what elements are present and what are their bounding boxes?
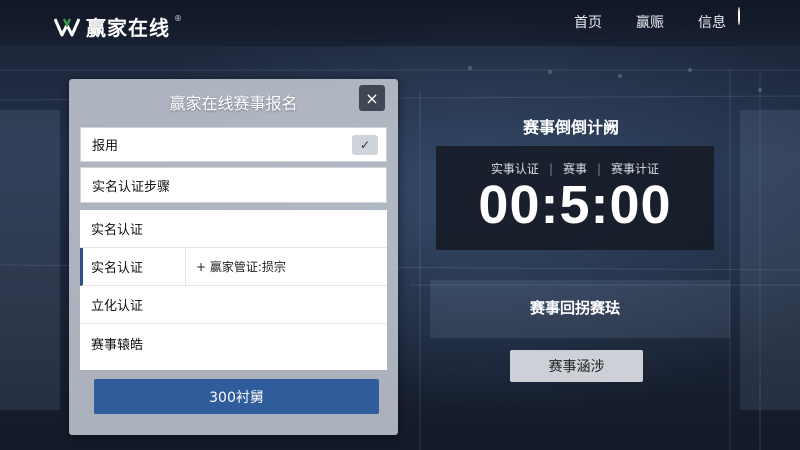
brand-name: 赢家在线 (86, 16, 170, 40)
list-item[interactable]: 实名认证 (80, 210, 387, 248)
notification-badge (738, 7, 740, 25)
registered-mark: ® (174, 14, 182, 23)
list-item-label: 实名认证 (91, 223, 144, 238)
logo-w-icon (54, 17, 80, 36)
nav-info-label: 信息 (698, 15, 726, 31)
nav-second[interactable]: 赢赈 (636, 12, 664, 32)
confirm-check-button[interactable]: ✓ (352, 135, 378, 155)
countdown-timer: 00:5:00 (478, 175, 672, 235)
main-nav: 首页 赢赈 信息 (574, 7, 740, 32)
countdown-title: 赛事倒倒计阙 (522, 118, 619, 137)
nav-home[interactable]: 首页 (574, 12, 602, 32)
close-button[interactable]: × (359, 85, 385, 111)
dialog-title: 赢家在线赛事报名 (169, 94, 298, 113)
top-navbar: 赢家在线 ® 首页 赢赈 信息 (0, 0, 800, 46)
countdown-panel: 实事认证 | 赛事 | 赛事计证 00:5:00 (436, 146, 714, 250)
nav-info[interactable]: 信息 (698, 7, 740, 32)
steps-field-value: 实名认证步骤 (92, 179, 171, 195)
verification-list: 实名认证 实名认证 + 赢家管证:损宗 立化认证 赛事辕皓 (80, 210, 387, 370)
list-item[interactable]: 赛事辕皓 (80, 324, 387, 362)
list-item-detail: + 赢家管证:损宗 (185, 248, 387, 285)
list-item[interactable]: 立化认证 (80, 286, 387, 324)
steps-field[interactable]: 实名认证步骤 (80, 167, 387, 203)
check-icon: ✓ (359, 138, 371, 152)
review-button[interactable]: 赛事涵涉 (510, 350, 643, 382)
submit-button[interactable]: 300衬舅 (94, 379, 379, 414)
list-item-label: 赛事辕皓 (91, 337, 144, 353)
review-title: 赛事回拐赛珐 (529, 299, 620, 317)
close-icon: × (365, 88, 379, 108)
list-item-active[interactable]: 实名认证 + 赢家管证:损宗 (80, 248, 387, 286)
list-item-label: 实名认证 (91, 261, 144, 276)
type-select[interactable]: 报用 ✓ (80, 127, 387, 162)
type-select-value: 报用 (92, 139, 119, 154)
registration-dialog: 赢家在线赛事报名 × 报用 ✓ 实名认证步骤 实名认证 实名认证 + 赢家管证:… (69, 79, 398, 435)
brand-logo[interactable]: 赢家在线 ® (54, 12, 182, 41)
list-item-label: 立化认证 (91, 299, 144, 314)
